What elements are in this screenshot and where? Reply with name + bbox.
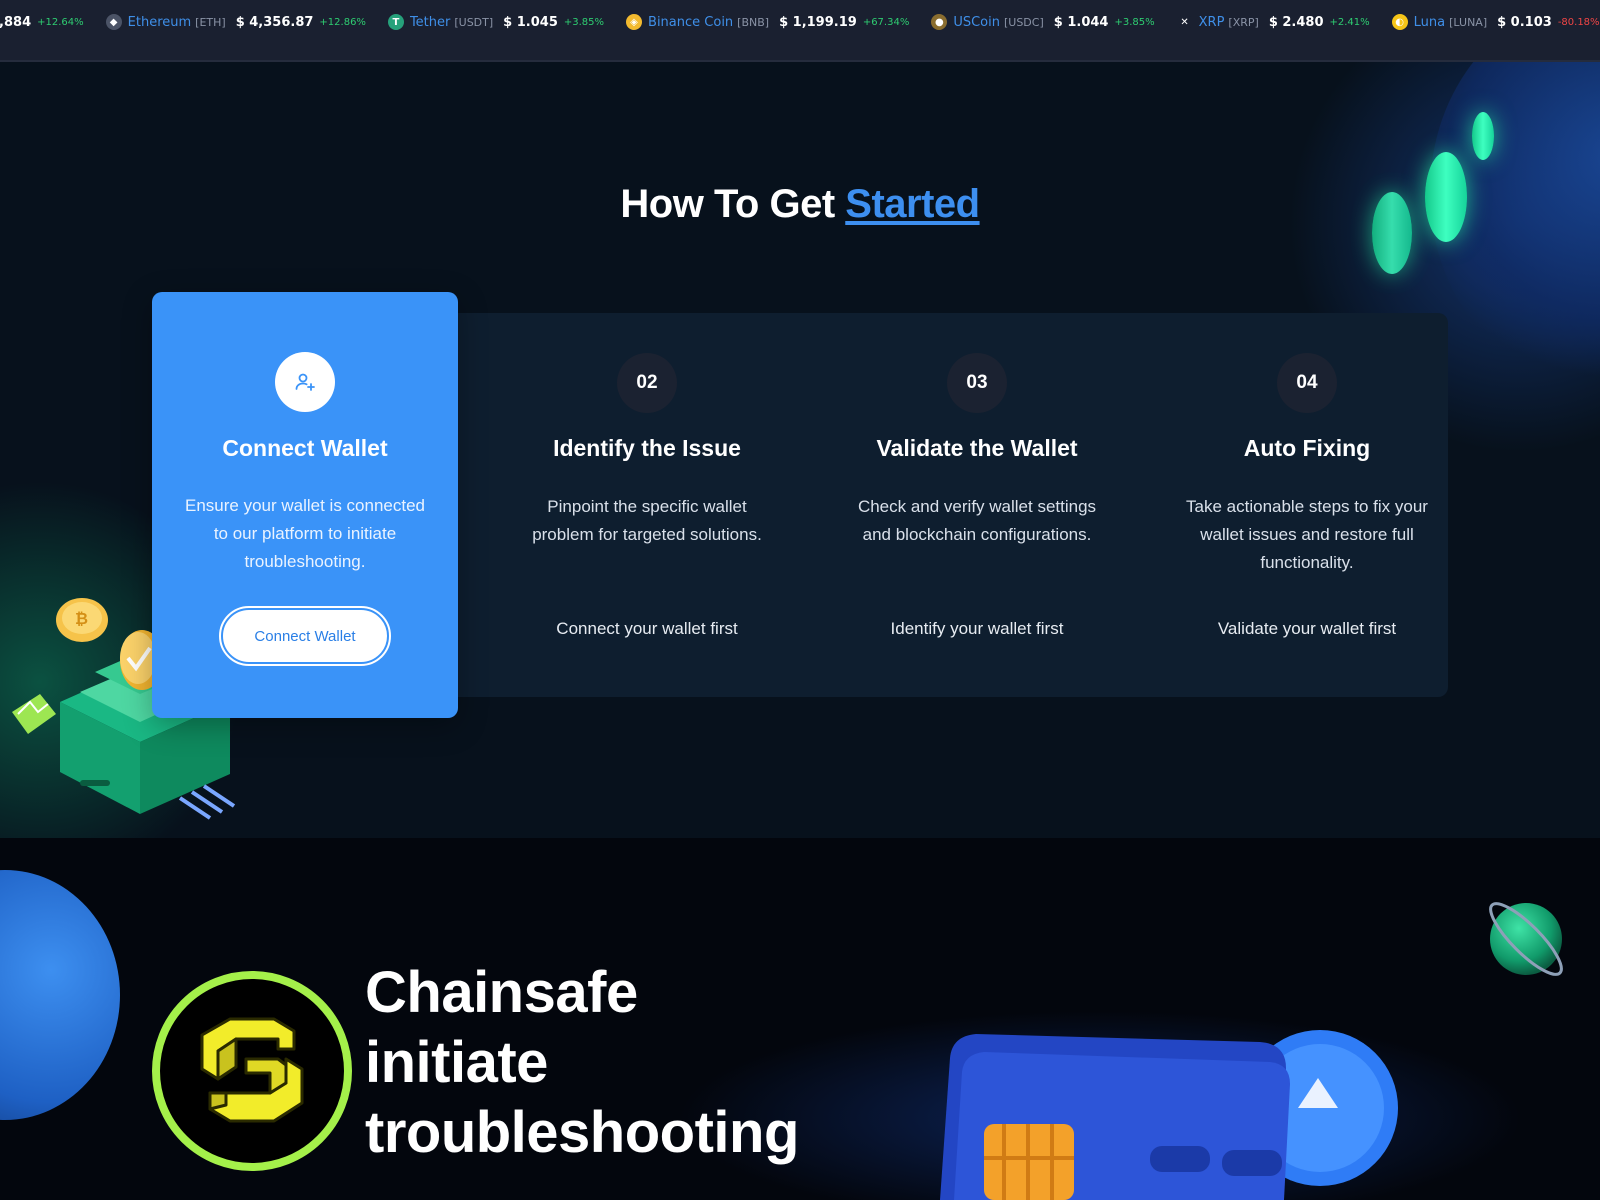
step-number-badge: 04 xyxy=(1277,353,1337,413)
ticker-price: 2,884 xyxy=(0,14,32,30)
chainsafe-logo-icon xyxy=(200,1017,304,1123)
ticker-item: ● USCoin [USDC] $ 1.044 +3.85% xyxy=(931,14,1155,30)
step-description: Ensure your wallet is connected to our p… xyxy=(184,496,426,571)
ticker-coin-symbol: [XRP] xyxy=(1228,15,1259,29)
ticker-change: +2.41% xyxy=(1329,16,1370,28)
step-title: Validate the Wallet xyxy=(876,435,1078,461)
step-auto-fixing: 04 Auto Fixing Take actionable steps to … xyxy=(1142,313,1472,697)
binance-coin-icon: ◈ xyxy=(626,14,643,30)
headline-line-3: troubleshooting xyxy=(365,1100,799,1165)
ticker-coin-symbol: [BNB] xyxy=(737,15,770,29)
step-description: Pinpoint the specific wallet problem for… xyxy=(532,497,762,544)
ticker-coin-symbol: [LUNA] xyxy=(1449,15,1488,29)
step-identify-issue: 02 Identify the Issue Pinpoint the speci… xyxy=(482,313,812,697)
section-title-main: How To Get xyxy=(620,182,846,226)
ticker-change: +12.86% xyxy=(319,16,366,28)
chainsafe-logo xyxy=(152,971,352,1171)
ticker-price: $ 1.045 xyxy=(503,14,558,30)
step-number-badge: 02 xyxy=(617,353,677,413)
step-number-badge: 03 xyxy=(947,353,1007,413)
ticker-item: 2,884 +12.64% xyxy=(0,15,84,30)
ticker-item: ◆ Ethereum [ETH] $ 4,356.87 +12.86% xyxy=(105,14,366,30)
ticker-price: $ 1,199.19 xyxy=(779,14,857,30)
step-locked-hint: Connect your wallet first xyxy=(556,619,738,638)
step-locked-hint: Validate your wallet first xyxy=(1217,619,1397,638)
ticker-coin-symbol: [ETH] xyxy=(195,15,226,29)
section-title: How To Get Started xyxy=(0,182,1600,227)
connect-wallet-button[interactable]: Connect Wallet xyxy=(219,606,391,666)
ticker-track: 2,884 +12.64% ◆ Ethereum[ETH] $ 4,356.87 +12.… xyxy=(0,0,1600,44)
ticker-change: +3.85% xyxy=(1114,16,1155,28)
floating-coin-icon xyxy=(1472,112,1494,160)
ticker-item: ◈ Binance Coin [BNB] $ 1,199.19 +67.34% xyxy=(626,14,909,30)
blue-planet-decoration xyxy=(0,870,120,1120)
chainsafe-headline: Chainsafe initiate troubleshooting xyxy=(365,958,865,1168)
ticker-item: T Tether [USDT] $ 1.045 +3.85% xyxy=(387,14,605,30)
ticker-change: +12.64% xyxy=(37,16,84,28)
bank-card-illustration-icon xyxy=(940,1030,1398,1200)
ticker-coin-name: Ethereum xyxy=(127,14,192,30)
price-ticker: 2,884 +12.64% ◆ Ethereum[ETH] $ 4,356.87 +12.… xyxy=(0,0,1600,62)
step-connect-wallet-card: Connect Wallet Ensure your wallet is con… xyxy=(152,292,458,718)
ticker-item: ✕ XRP [XRP] $ 2.480 +2.41% xyxy=(1176,14,1370,30)
luna-icon: ◐ xyxy=(1391,14,1408,30)
step-description: Take actionable steps to fix your wallet… xyxy=(1186,497,1428,572)
step-title: Identify the Issue xyxy=(553,435,741,461)
how-to-get-started-section: ₿ How To Get Started 02 Identify the Iss… xyxy=(0,62,1600,838)
add-user-icon xyxy=(275,352,335,412)
ticker-change: -80.18% xyxy=(1557,16,1600,28)
xrp-icon: ✕ xyxy=(1176,14,1193,30)
ticker-coin-name: USCoin xyxy=(953,14,1000,30)
ticker-change: +3.85% xyxy=(563,16,605,28)
step-title: Auto Fixing xyxy=(1243,435,1371,461)
headline-line-2: initiate xyxy=(365,1030,548,1095)
ticker-price: $ 0.103 xyxy=(1497,14,1552,30)
ticker-coin-name: XRP xyxy=(1198,14,1225,30)
ticker-price: $ 2.480 xyxy=(1268,14,1324,30)
step-validate-wallet: 03 Validate the Wallet Check and verify … xyxy=(812,313,1142,697)
ticker-coin-name: Luna xyxy=(1413,14,1446,30)
ticker-coin-symbol: [USDT] xyxy=(454,15,494,29)
ticker-coin-symbol: [USDC] xyxy=(1003,15,1044,29)
ticker-item: ◐ Luna [LUNA] $ 0.103 -80.18% xyxy=(1391,14,1600,30)
uscoin-icon: ● xyxy=(931,14,948,30)
headline-line-1: Chainsafe xyxy=(365,960,638,1025)
section-title-accent: Started xyxy=(845,182,980,226)
green-planet-icon xyxy=(1489,902,1563,976)
ethereum-icon: ◆ xyxy=(105,14,122,30)
ticker-coin-name: Tether xyxy=(409,14,451,30)
tether-icon: T xyxy=(387,14,404,30)
ticker-change: +67.34% xyxy=(862,16,910,28)
svg-text:₿: ₿ xyxy=(75,609,88,628)
ticker-price: $ 4,356.87 xyxy=(235,14,314,30)
ticker-coin-name: Binance Coin xyxy=(648,14,734,30)
ticker-price: $ 1.044 xyxy=(1053,14,1109,30)
step-title: Connect Wallet xyxy=(222,435,388,461)
step-locked-hint: Identify your wallet first xyxy=(890,619,1064,638)
step-description: Check and verify wallet settings and blo… xyxy=(857,497,1097,544)
